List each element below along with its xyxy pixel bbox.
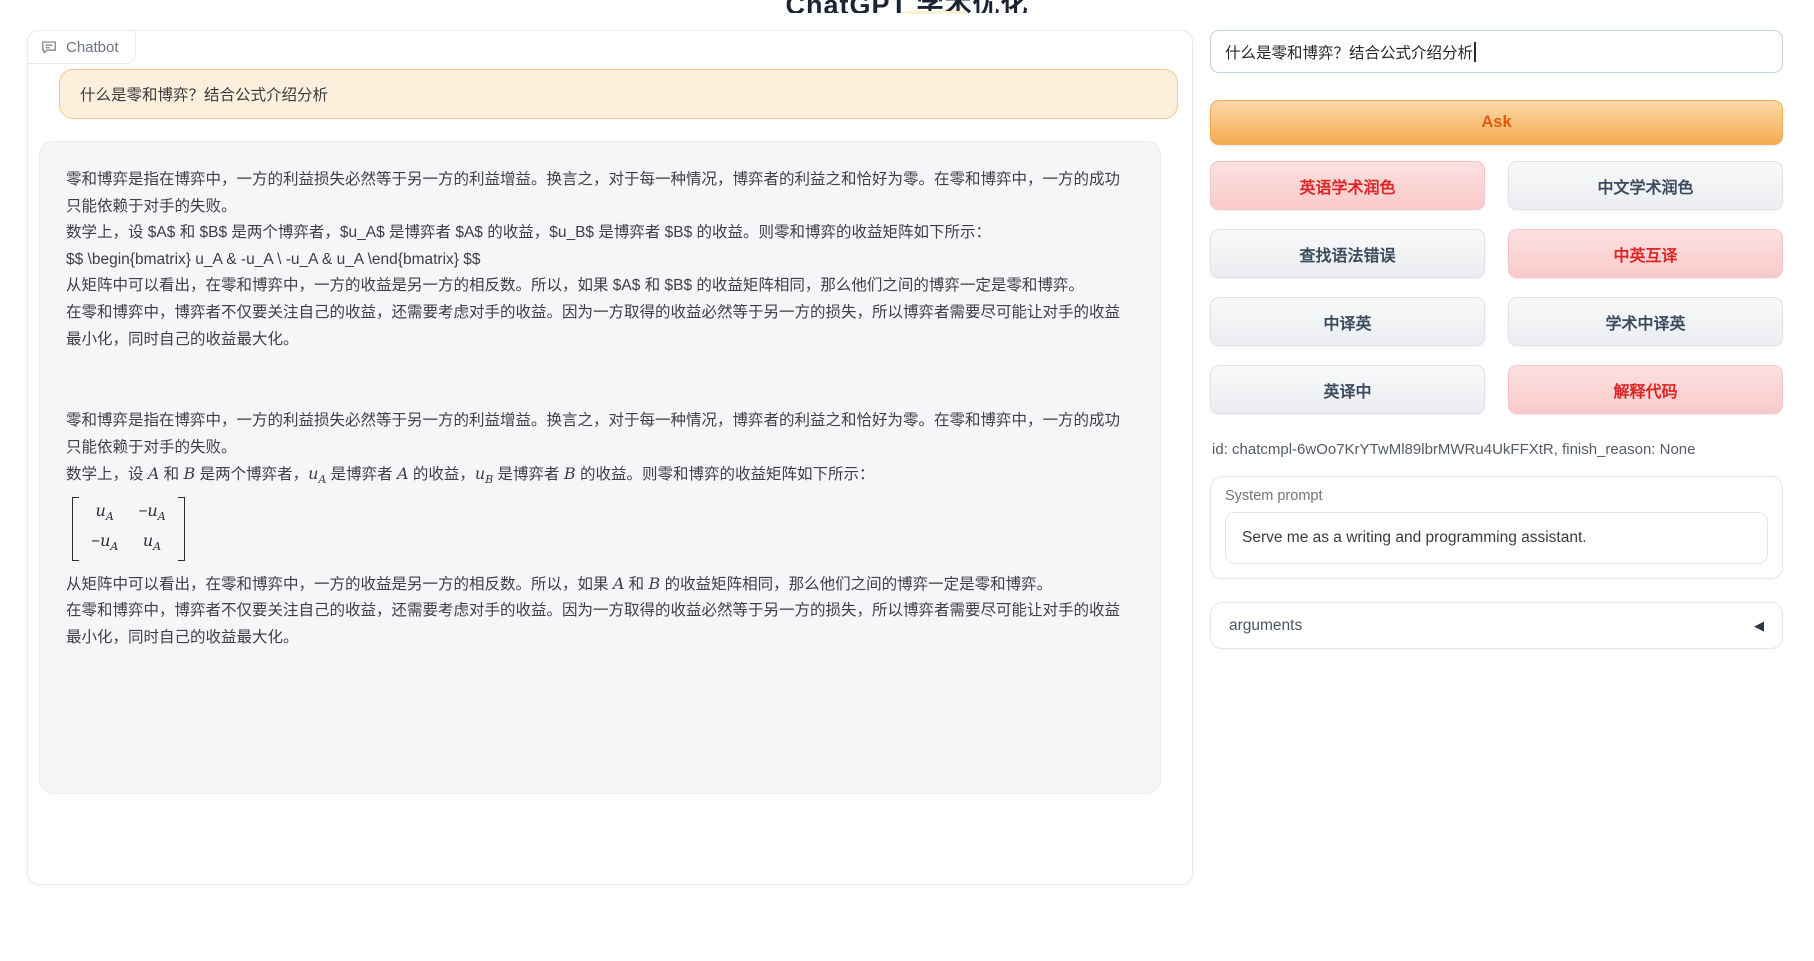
button-explain-code[interactable]: 解释代码 xyxy=(1508,365,1783,414)
button-en-to-zh[interactable]: 英译中 xyxy=(1210,365,1485,414)
matrix-right-bracket xyxy=(178,497,185,561)
chat-bubble-icon xyxy=(40,38,58,56)
bot-rendered-paragraph-1: 零和博弈是指在博弈中，一方的利益损失必然等于另一方的利益增益。换言之，对于每一种… xyxy=(66,408,1134,461)
button-find-grammar-errors[interactable]: 查找语法错误 xyxy=(1210,229,1485,278)
bot-raw-formula: $$ \begin{bmatrix} u_A & -u_A \ -u_A & u… xyxy=(66,247,1134,274)
matrix-cell: −uA xyxy=(91,529,118,559)
function-button-grid: 英语学术润色 中文学术润色 查找语法错误 中英互译 中译英 学术中译英 英译中 … xyxy=(1210,161,1783,414)
chatbot-panel: Chatbot 什么是零和博弈？结合公式介绍分析 零和博弈是指在博弈中，一方的利… xyxy=(27,30,1193,885)
button-chinese-academic-polish[interactable]: 中文学术润色 xyxy=(1508,161,1783,210)
bot-rendered-paragraph-3: 从矩阵中可以看出，在零和博弈中，一方的收益是另一方的相反数。所以，如果 A 和 … xyxy=(66,571,1134,599)
user-message-text: 什么是零和博弈？结合公式介绍分析 xyxy=(80,83,328,105)
matrix-cell: uA xyxy=(138,529,165,559)
bot-raw-paragraph-1: 零和博弈是指在博弈中，一方的利益损失必然等于另一方的利益增益。换言之，对于每一种… xyxy=(66,167,1134,220)
completion-status-text: id: chatcmpl-6wOo7KrYTwMl89lbrMWRu4UkFFX… xyxy=(1212,441,1696,458)
chatbot-label: Chatbot xyxy=(66,39,119,56)
paragraph-gap xyxy=(66,353,1134,408)
ask-button[interactable]: Ask xyxy=(1210,100,1783,145)
bot-raw-paragraph-3: 从矩阵中可以看出，在零和博弈中，一方的收益是另一方的相反数。所以，如果 $A$ … xyxy=(66,273,1134,300)
text-cursor xyxy=(1474,42,1476,62)
matrix-cell: uA xyxy=(91,499,118,529)
button-zh-to-en[interactable]: 中译英 xyxy=(1210,297,1485,346)
title-highlight xyxy=(905,11,967,14)
user-message-bubble: 什么是零和博弈？结合公式介绍分析 xyxy=(59,69,1178,119)
bot-rendered-paragraph-2: 数学上，设 A 和 B 是两个博弈者，uA 是博弈者 A 的收益，uB 是博弈者… xyxy=(66,461,1134,494)
button-academic-zh-to-en[interactable]: 学术中译英 xyxy=(1508,297,1783,346)
chatbot-label-tab: Chatbot xyxy=(27,30,136,64)
system-prompt-label: System prompt xyxy=(1225,488,1768,504)
bot-message-bubble: 零和博弈是指在博弈中，一方的利益损失必然等于另一方的利益增益。换言之，对于每一种… xyxy=(39,141,1161,794)
bot-raw-paragraph-2: 数学上，设 $A$ 和 $B$ 是两个博弈者，$u_A$ 是博弈者 $A$ 的收… xyxy=(66,220,1134,247)
bot-rendered-paragraph-4: 在零和博弈中，博弈者不仅要关注自己的收益，还需要考虑对手的收益。因为一方取得的收… xyxy=(66,598,1134,651)
bot-raw-paragraph-4: 在零和博弈中，博弈者不仅要关注自己的收益，还需要考虑对手的收益。因为一方取得的收… xyxy=(66,300,1134,353)
accordion-collapsed-icon: ◀ xyxy=(1754,618,1764,634)
button-english-academic-polish[interactable]: 英语学术润色 xyxy=(1210,161,1485,210)
control-column: 什么是零和博弈？结合公式介绍分析 Ask 英语学术润色 中文学术润色 查找语法错… xyxy=(1210,0,1783,961)
payoff-matrix: uA −uA −uA uA xyxy=(72,497,185,561)
arguments-accordion[interactable]: arguments ◀ xyxy=(1210,602,1783,649)
system-prompt-input[interactable]: Serve me as a writing and programming as… xyxy=(1225,512,1768,564)
question-input[interactable]: 什么是零和博弈？结合公式介绍分析 xyxy=(1210,30,1783,73)
button-zh-en-mutual-translate[interactable]: 中英互译 xyxy=(1508,229,1783,278)
matrix-left-bracket xyxy=(72,497,79,561)
arguments-accordion-label: arguments xyxy=(1229,617,1302,635)
matrix-cell: −uA xyxy=(138,499,165,529)
question-input-value: 什么是零和博弈？结合公式介绍分析 xyxy=(1225,41,1473,63)
system-prompt-card: System prompt Serve me as a writing and … xyxy=(1210,476,1783,579)
